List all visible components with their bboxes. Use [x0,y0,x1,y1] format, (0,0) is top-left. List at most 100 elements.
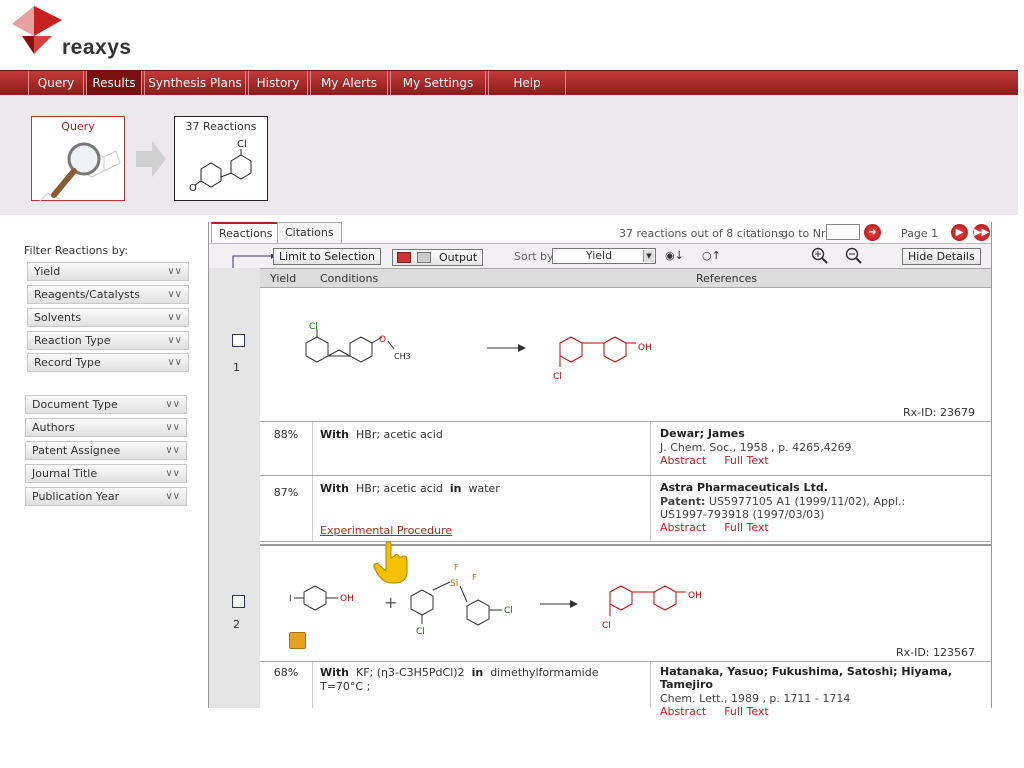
filter-yield[interactable]: Yield ∨∨ [27,262,189,281]
conditions: With HBr; acetic acid [320,428,443,441]
abstract-link[interactable]: Abstract [660,454,706,467]
breadcrumb-query-label: Query [61,120,95,133]
sort-ascending-radio[interactable]: ○↑ [702,249,721,262]
filter-authors[interactable]: Authors ∨∨ [25,418,187,437]
svg-text:Cl: Cl [602,621,611,631]
filter-publication-year[interactable]: Publication Year ∨∨ [25,487,187,506]
nav-history[interactable]: History [248,71,308,95]
solvent: dimethylformamide [490,666,599,679]
zoom-in-icon[interactable] [811,247,829,265]
reaction-1-checkbox[interactable] [232,334,245,347]
filter-reagents-catalysts[interactable]: Reagents/Catalysts ∨∨ [27,285,189,304]
breadcrumb-query[interactable]: Query [31,116,125,201]
filter-label: Journal Title [32,467,98,480]
filter-label: Document Type [32,398,118,411]
breadcrumb-reactions-label: 37 Reactions [185,120,257,133]
svg-text:+: + [384,593,397,612]
svg-text:I: I [289,594,292,604]
in-label: in [449,482,462,495]
filter-label: Reagents/Catalysts [34,288,140,301]
results-panel: Reactions Citations 37 reactions out of … [208,222,992,718]
chevron-down-icon: ∨∨ [165,399,180,410]
patent-label: Patent: [660,495,706,508]
yield-value: 68% [260,662,313,708]
dropdown-arrow-icon: ▼ [643,250,654,262]
full-text-link[interactable]: Full Text [724,521,769,534]
goto-number-input[interactable] [826,224,860,240]
svg-text:Cl: Cl [504,606,513,616]
filter-document-type[interactable]: Document Type ∨∨ [25,395,187,414]
nav-my-settings[interactable]: My Settings [390,71,486,95]
reaction-1-rxid: Rx-ID: 23679 [902,406,975,419]
filter-record-type[interactable]: Record Type ∨∨ [27,353,189,372]
sort-select[interactable]: Yield ▼ [552,248,656,264]
reaction-1-number: 1 [233,361,240,374]
nav-synthesis-plans[interactable]: Synthesis Plans [144,71,246,95]
experimental-procedure-link[interactable]: Experimental Procedure [320,524,452,537]
reference-citation: Chem. Lett., 1989 , p. 1711 - 1714 [660,692,851,705]
sort-descending-radio[interactable]: ◉↓ [665,249,684,262]
arrow-right-icon [136,141,166,177]
filter-solvents[interactable]: Solvents ∨∨ [27,308,189,327]
hide-details-button[interactable]: Hide Details [902,248,981,265]
full-text-link[interactable]: Full Text [724,454,769,467]
tab-reactions[interactable]: Reactions [211,222,281,243]
export-icon [397,252,411,263]
reaction-2-scheme[interactable]: I OH + Si F F Cl Cl OH Cl Rx-ID: 123567 [260,544,991,662]
zoom-out-icon[interactable] [845,247,863,265]
reagents: HBr; acetic acid [356,428,443,441]
full-text-link[interactable]: Full Text [724,705,769,718]
svg-text:F: F [472,573,477,582]
reagent-bottle-icon[interactable] [289,632,306,649]
brand-name: reaxys [62,36,132,59]
filter-label: Patent Assignee [32,444,121,457]
reaction-1-structures: Cl O CH3 OH Cl [305,322,652,382]
filter-reaction-type[interactable]: Reaction Type ∨∨ [27,331,189,350]
nav-my-alerts[interactable]: My Alerts [310,71,388,95]
filter-label: Reaction Type [34,334,111,347]
reaction-2-detail-1: 68% With KF; (η3-C3H5PdCl)2 in dimethylf… [260,662,991,718]
breadcrumb-reactions[interactable]: 37 Reactions Cl O [174,116,268,201]
column-headers: Yield Conditions References [260,268,991,288]
results-summary: 37 reactions out of 8 citations [619,227,784,240]
chevron-down-icon: ∨∨ [165,422,180,433]
reaxys-logo[interactable]: reaxys [12,6,142,60]
svg-text:O: O [189,183,197,194]
limit-to-selection-button[interactable]: Limit to Selection [273,248,381,265]
tab-citations[interactable]: Citations [277,222,342,243]
abstract-link[interactable]: Abstract [660,705,706,718]
nav-help[interactable]: Help [488,71,566,95]
filter-patent-assignee[interactable]: Patent Assignee ∨∨ [25,441,187,460]
main-navigation: Query Results Synthesis Plans History My… [0,70,1018,95]
nav-results[interactable]: Results [86,71,142,95]
temperature: T=70°C ; [320,680,371,693]
with-label: With [320,428,349,441]
chevron-down-icon: ∨∨ [165,468,180,479]
column-header-conditions: Conditions [320,272,379,285]
next-page-button[interactable]: ▶ [951,224,968,241]
chevron-down-icon: ∨∨ [167,289,182,300]
nav-query[interactable]: Query [28,71,84,95]
svg-text:Cl: Cl [416,627,425,637]
with-label: With [320,666,349,679]
column-header-yield[interactable]: Yield [270,269,296,288]
reference: Dewar; James J. Chem. Soc., 1958 , p. 42… [650,422,991,475]
chevron-down-icon: ∨∨ [167,357,182,368]
results-toolbar: Limit to Selection Output Sort by Yield ▼… [209,243,991,274]
goto-arrow-button[interactable]: ➜ [864,224,881,241]
filter-label: Publication Year [32,490,120,503]
filter-label: Authors [32,421,75,434]
svg-text:CH3: CH3 [394,352,411,361]
reaction-2-number: 2 [233,618,240,631]
reaction-1-scheme[interactable]: Cl O CH3 OH Cl Rx-ID: 23679 [260,289,991,422]
output-button[interactable]: Output [392,249,484,266]
abstract-link[interactable]: Abstract [660,521,706,534]
svg-text:Cl: Cl [237,139,247,150]
chevron-down-icon: ∨∨ [165,445,180,456]
chevron-down-icon: ∨∨ [167,266,182,277]
reaction-2-checkbox[interactable] [232,595,245,608]
reagents: HBr; acetic acid [356,482,443,495]
filter-label: Yield [34,265,61,278]
filter-journal-title[interactable]: Journal Title ∨∨ [25,464,187,483]
last-page-button[interactable]: ▶▶ [973,224,990,241]
